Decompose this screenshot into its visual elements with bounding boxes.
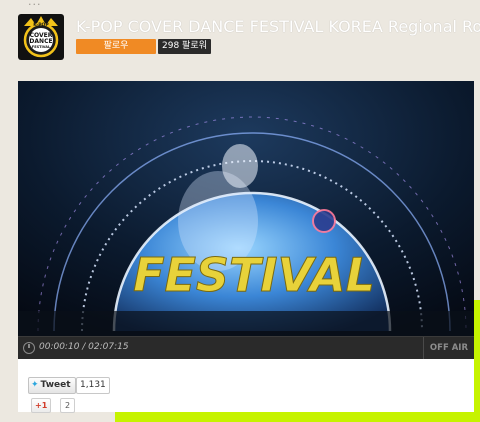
broadcast-status: OFF AIR (422, 337, 474, 360)
video-player[interactable]: FESTIVAL (18, 81, 474, 359)
clock-icon (23, 342, 35, 354)
accent-strip-bottom (115, 412, 480, 422)
channel-logo[interactable]: K-POP COVER DANCE FESTIVAL (18, 14, 64, 60)
follower-count: 298 팔로워 (158, 39, 211, 54)
channel-title[interactable]: K-POP COVER DANCE FESTIVAL KOREA Regiona… (76, 17, 480, 36)
google-plus-button[interactable]: +1 (31, 398, 52, 413)
accent-strip-right (474, 300, 480, 422)
top-cut-text: ... (28, 0, 42, 8)
twitter-bird-icon: ✦ (31, 380, 39, 390)
google-plus-count: 2 (60, 398, 76, 413)
logo-text-dance: DANCE (29, 38, 52, 45)
logo-text-kpop: K-POP (33, 22, 49, 28)
tweet-label: Tweet (40, 380, 71, 390)
player-controls: 00:00:10 / 02:07:15 OFF AIR (18, 336, 474, 360)
video-frame: FESTIVAL (18, 81, 474, 359)
logo-text-festival: FESTIVAL (32, 45, 51, 49)
tweet-button[interactable]: ✦ Tweet (28, 377, 76, 394)
follow-button[interactable]: 팔로우 (76, 39, 156, 54)
video-overlay-text: FESTIVAL (133, 248, 375, 302)
playback-time: 00:00:10 / 02:07:15 (39, 342, 129, 352)
tweet-count: 1,131 (76, 377, 110, 394)
channel-logo-graphic: K-POP COVER DANCE FESTIVAL (23, 16, 59, 58)
